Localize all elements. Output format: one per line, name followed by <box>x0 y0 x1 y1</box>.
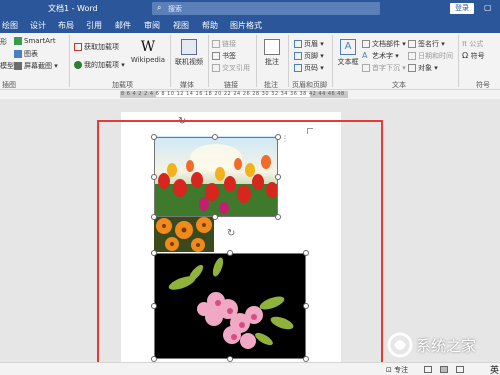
web-layout-icon[interactable] <box>456 366 464 373</box>
focus-mode-button[interactable]: ⊡ 专注 <box>386 365 408 375</box>
separator <box>332 35 333 87</box>
group-label-comments: 批注 <box>264 81 278 89</box>
cross-reference-button[interactable]: 交叉引用 <box>212 63 250 73</box>
watermark-text: 系统之家 <box>416 337 477 355</box>
signature-line-icon <box>408 40 416 48</box>
group-label-symbols: 符号 <box>476 81 490 89</box>
online-video-icon <box>181 39 197 55</box>
horizontal-ruler[interactable]: 8 6 4 2 2 4 6 8 10 12 14 16 18 20 22 24 … <box>0 90 500 99</box>
get-addins-button[interactable]: 获取加载项 <box>74 42 119 52</box>
textbox-button[interactable]: A 文本框 <box>336 39 360 67</box>
ribbon-tabs: 绘图 设计 布局 引用 邮件 审阅 视图 帮助 图片格式 <box>0 17 500 33</box>
separator <box>170 35 171 87</box>
object-button[interactable]: 对象 ▾ <box>408 63 438 73</box>
object-icon <box>408 64 416 72</box>
separator <box>256 35 257 87</box>
group-label-illustrations: 插图 <box>2 81 16 89</box>
page-number-button[interactable]: 页码 ▾ <box>294 63 324 73</box>
wikipedia-button[interactable]: W Wikipedia <box>130 39 166 64</box>
cross-reference-icon <box>212 64 220 72</box>
tab-picture-format[interactable]: 图片格式 <box>230 20 262 31</box>
omega-icon: Ω <box>462 51 471 60</box>
footer-icon <box>294 52 302 60</box>
symbol-button[interactable]: Ω 符号 <box>462 51 485 61</box>
my-addins-button[interactable]: 我的加载项 ▾ <box>74 60 125 70</box>
tab-design[interactable]: 设计 <box>30 20 46 31</box>
textbox-icon: A <box>340 39 356 55</box>
print-layout-icon[interactable] <box>440 366 448 373</box>
chart-icon <box>14 50 22 58</box>
smartart-button[interactable]: SmartArt <box>14 37 56 45</box>
screenshot-button[interactable]: 屏幕截图 ▾ <box>14 61 58 71</box>
highlight-frame <box>97 120 383 373</box>
bookmark-button[interactable]: 书签 <box>212 51 236 61</box>
drop-cap-button[interactable]: 首字下沉 ▾ <box>362 63 406 73</box>
store-icon <box>74 43 82 51</box>
group-label-media: 媒体 <box>180 81 194 89</box>
tab-references[interactable]: 引用 <box>86 20 102 31</box>
wordart-icon: A <box>362 51 368 60</box>
header-button[interactable]: 页眉 ▾ <box>294 39 324 49</box>
quick-parts-icon <box>362 40 370 48</box>
tab-help[interactable]: 帮助 <box>202 20 218 31</box>
wikipedia-icon: W <box>140 39 156 55</box>
tab-draw[interactable]: 绘图 <box>2 20 18 31</box>
comment-button[interactable]: 批注 <box>260 39 284 67</box>
ribbon: 形 模型 SmartArt 图表 屏幕截图 ▾ 插图 获取加载项 我的加载项 ▾… <box>0 33 500 90</box>
search-icon: ⌕ <box>157 3 162 12</box>
tab-mailings[interactable]: 邮件 <box>115 20 131 31</box>
tab-review[interactable]: 审阅 <box>144 20 160 31</box>
addins-icon <box>74 61 82 69</box>
ruler-numbers: 8 6 4 2 2 4 6 8 10 12 14 16 18 20 22 24 … <box>121 91 345 97</box>
restore-window-icon[interactable]: ▢ <box>484 3 492 12</box>
search-placeholder: 搜索 <box>168 5 182 13</box>
login-button[interactable]: 登录 <box>450 3 474 14</box>
watermark: 系统之家 <box>386 325 496 365</box>
signature-line-button[interactable]: 签名行 ▾ <box>408 39 445 49</box>
search-box[interactable]: ⌕ 搜索 <box>152 2 380 15</box>
tab-layout[interactable]: 布局 <box>58 20 74 31</box>
date-time-button[interactable]: 日期和时间 <box>408 51 453 61</box>
screenshot-icon <box>14 62 22 70</box>
group-label-text: 文本 <box>392 81 406 89</box>
focus-icon: ⊡ <box>386 366 395 374</box>
separator <box>458 35 459 87</box>
link-icon <box>212 40 220 48</box>
separator <box>208 35 209 87</box>
link-button[interactable]: 链接 <box>212 39 236 49</box>
tab-view[interactable]: 视图 <box>173 20 189 31</box>
comment-icon <box>264 39 280 55</box>
chart-button[interactable]: 图表 <box>14 49 38 59</box>
smartart-icon <box>14 37 22 45</box>
group-label-addins: 加载项 <box>112 81 133 89</box>
page-number-icon <box>294 64 302 72</box>
drop-cap-icon <box>362 64 370 72</box>
document-title: 文档1 - Word <box>48 4 98 13</box>
separator <box>69 35 70 87</box>
wordart-button[interactable]: A 艺术字 ▾ <box>362 51 399 61</box>
quick-parts-button[interactable]: 文档部件 ▾ <box>362 39 406 49</box>
title-bar: 文档1 - Word ⌕ 搜索 登录 ▢ <box>0 0 500 17</box>
header-icon <box>294 40 302 48</box>
ribbon-shapes-label[interactable]: 形 <box>0 37 7 47</box>
date-time-icon <box>408 52 416 60</box>
group-label-header-footer: 页眉和页脚 <box>292 81 327 89</box>
equation-button[interactable]: π 公式 <box>462 39 483 49</box>
bookmark-icon <box>212 52 220 60</box>
read-mode-icon[interactable] <box>424 366 432 373</box>
group-label-links: 链接 <box>224 81 238 89</box>
online-video-button[interactable]: 联机视频 <box>172 39 206 67</box>
separator <box>288 35 289 87</box>
ribbon-3d-models-label[interactable]: 模型 <box>0 61 14 71</box>
footer-button[interactable]: 页脚 ▾ <box>294 51 324 61</box>
